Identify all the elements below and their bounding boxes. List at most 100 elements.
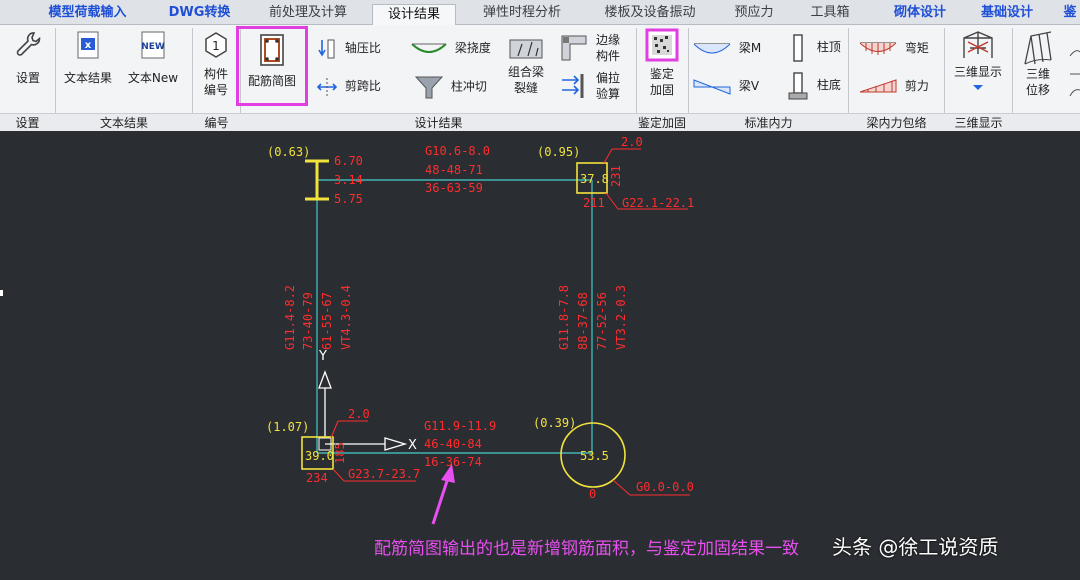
shear-span-icon: [316, 77, 338, 96]
watermark-text: 头条 @徐工说资质: [832, 535, 999, 559]
tab-foundation[interactable]: 基础设计: [972, 3, 1042, 23]
member-number-button[interactable]: 1 构件 编号: [196, 30, 236, 98]
col-tl-ratio: (0.63): [267, 145, 310, 159]
three-d-displacement-button[interactable]: 三维 位移: [1016, 30, 1060, 98]
wrench-icon: [16, 32, 41, 56]
beam-moment-button[interactable]: 梁M: [692, 36, 761, 60]
tab-model-load-input[interactable]: 模型荷载输入: [30, 3, 145, 23]
three-d-display-button[interactable]: 三维显示: [946, 28, 1010, 92]
composite-beam-icon: [509, 39, 543, 59]
col-br-ratio: (0.39): [533, 416, 576, 430]
chevron-down-icon[interactable]: [972, 84, 984, 92]
beam-left-label-3: 61-55-67: [320, 292, 334, 350]
cad-drawing-canvas[interactable]: (0.63) 6.70 3.14 5.75 G10.6-8.0 48-48-71…: [0, 131, 1080, 580]
edge-member-button[interactable]: 边缘 构件: [558, 32, 620, 68]
column-top-label: 柱顶: [816, 40, 841, 54]
shear-span-ratio-button[interactable]: 剪跨比: [316, 74, 381, 98]
beam-deflection-button[interactable]: 梁挠度: [410, 36, 491, 60]
beam-left-label-2: 73-40-79: [301, 292, 315, 350]
tab-prestress[interactable]: 预应力: [724, 3, 784, 23]
col-tr-side: 231: [609, 165, 623, 187]
col-bl-side: 185: [333, 442, 347, 464]
beam-bottom-label-1: G11.9-11.9: [424, 419, 496, 433]
canvas-edge-marker: [0, 290, 3, 296]
funnel-icon: [414, 76, 444, 99]
structure-plan-svg: (0.63) 6.70 3.14 5.75 G10.6-8.0 48-48-71…: [0, 135, 694, 525]
deflection-curve-icon: [411, 42, 447, 53]
column-bottom-label: 柱底: [816, 78, 841, 92]
annotation-text: 配筋简图输出的也是新增钢筋面积，与鉴定加固结果一致: [374, 539, 799, 559]
member-number-label-2: 编号: [203, 83, 228, 97]
rebar-diagram-label: 配筋简图: [247, 74, 296, 88]
beam-right-label-3: 77-52-56: [595, 292, 609, 350]
eccentric-tension-label-1: 偏拉: [596, 71, 621, 85]
text-new-button[interactable]: NEW 文本New: [122, 30, 184, 86]
moment-envelope-icon: [859, 42, 897, 55]
hexagon-number-icon: 1: [205, 32, 227, 58]
group-label-envelope: 梁内力包络: [866, 116, 927, 130]
composite-beam-label-1: 组合梁: [507, 65, 544, 79]
composite-beam-crack-button[interactable]: 组合梁 裂缝: [500, 36, 552, 96]
column-top-button[interactable]: 柱顶: [786, 32, 841, 62]
col-br-center: 53.5: [580, 449, 609, 463]
new-document-icon: NEW: [141, 31, 165, 59]
composite-beam-label-2: 裂缝: [513, 81, 538, 95]
column-top-icon: [793, 33, 803, 62]
tab-slab-vibration[interactable]: 楼板及设备振动: [590, 3, 710, 23]
tab-toolbox[interactable]: 工具箱: [800, 3, 860, 23]
svg-text:x: x: [85, 40, 92, 51]
text-new-label: 文本New: [127, 71, 179, 85]
group-label-design-result: 设计结果: [414, 116, 463, 130]
beam-left-label-4: VT4.3-0.4: [339, 285, 353, 350]
tab-preprocess-calc[interactable]: 前处理及计算: [258, 3, 358, 23]
col-tr-center: 37.8: [580, 172, 609, 186]
beam-shear-label: 梁V: [738, 79, 760, 93]
tab-elastic-time-history[interactable]: 弹性时程分析: [470, 3, 574, 23]
axial-ratio-button[interactable]: 轴压比: [316, 36, 381, 60]
tab-appraisal-partial[interactable]: 鉴: [1060, 3, 1080, 23]
eccentric-tension-icon: [562, 74, 584, 98]
three-d-displacement-icon: [1024, 31, 1052, 65]
col-tr-ratio: (0.95): [537, 145, 580, 159]
beam-right-label-1: G11.8-7.8: [557, 285, 571, 350]
eccentric-tension-button[interactable]: 偏拉 验算: [558, 70, 620, 106]
shear-envelope-icon: [859, 78, 897, 92]
shear-span-ratio-label: 剪跨比: [344, 79, 381, 93]
column-bottom-button[interactable]: 柱底: [786, 70, 841, 100]
tab-design-result[interactable]: 设计结果: [372, 4, 456, 26]
envelope-shear-label: 剪力: [904, 79, 929, 93]
text-result-button[interactable]: x 文本结果: [58, 30, 118, 86]
three-d-displacement-label-2: 位移: [1025, 83, 1050, 97]
ribbon-overflow-icons: [1064, 44, 1080, 104]
envelope-moment-button[interactable]: 弯矩: [858, 36, 929, 60]
axial-arrow-icon: [318, 39, 335, 58]
beam-bottom-label-2: 46-40-84: [424, 437, 482, 451]
group-label-numbering: 编号: [204, 116, 229, 130]
tab-masonry[interactable]: 砌体设计: [880, 3, 960, 23]
envelope-shear-button[interactable]: 剪力: [858, 74, 929, 98]
settings-button[interactable]: 设置: [6, 30, 50, 86]
col-tl-val-2: 3.14: [334, 173, 363, 187]
appraisal-reinforce-button[interactable]: 鉴定 加固: [640, 28, 684, 98]
beam-shear-button[interactable]: 梁V: [692, 74, 759, 98]
group-label-text-result: 文本结果: [99, 116, 148, 130]
svg-text:NEW: NEW: [141, 42, 165, 52]
tab-dwg-convert[interactable]: DWG转换: [152, 3, 247, 23]
axial-ratio-label: 轴压比: [344, 41, 381, 55]
ribbon-group-label-bar: 设置 文本结果 编号 设计结果 鉴定加固 标准内力 梁内力包络 三维显示: [0, 113, 1080, 132]
col-bl-top: 2.0: [348, 407, 370, 421]
appraisal-pattern-icon: [645, 28, 679, 62]
rebar-section-icon: [260, 34, 284, 66]
beam-top-label-1: G10.6-8.0: [425, 144, 490, 158]
ucs-y-label: Y: [318, 349, 327, 364]
column-punching-button[interactable]: 柱冲切: [414, 74, 487, 99]
col-bl-bottom: 234: [306, 471, 328, 485]
member-number-label-1: 构件: [203, 67, 228, 81]
rebar-diagram-button[interactable]: 配筋简图: [236, 26, 308, 106]
beam-right-label-2: 88-37-68: [576, 292, 590, 350]
settings-label: 设置: [15, 71, 40, 85]
eccentric-tension-label-2: 验算: [596, 87, 621, 101]
col-tr-top: 2.0: [621, 135, 643, 149]
group-label-three-d: 三维显示: [954, 116, 1003, 130]
beam-deflection-label: 梁挠度: [454, 41, 491, 55]
